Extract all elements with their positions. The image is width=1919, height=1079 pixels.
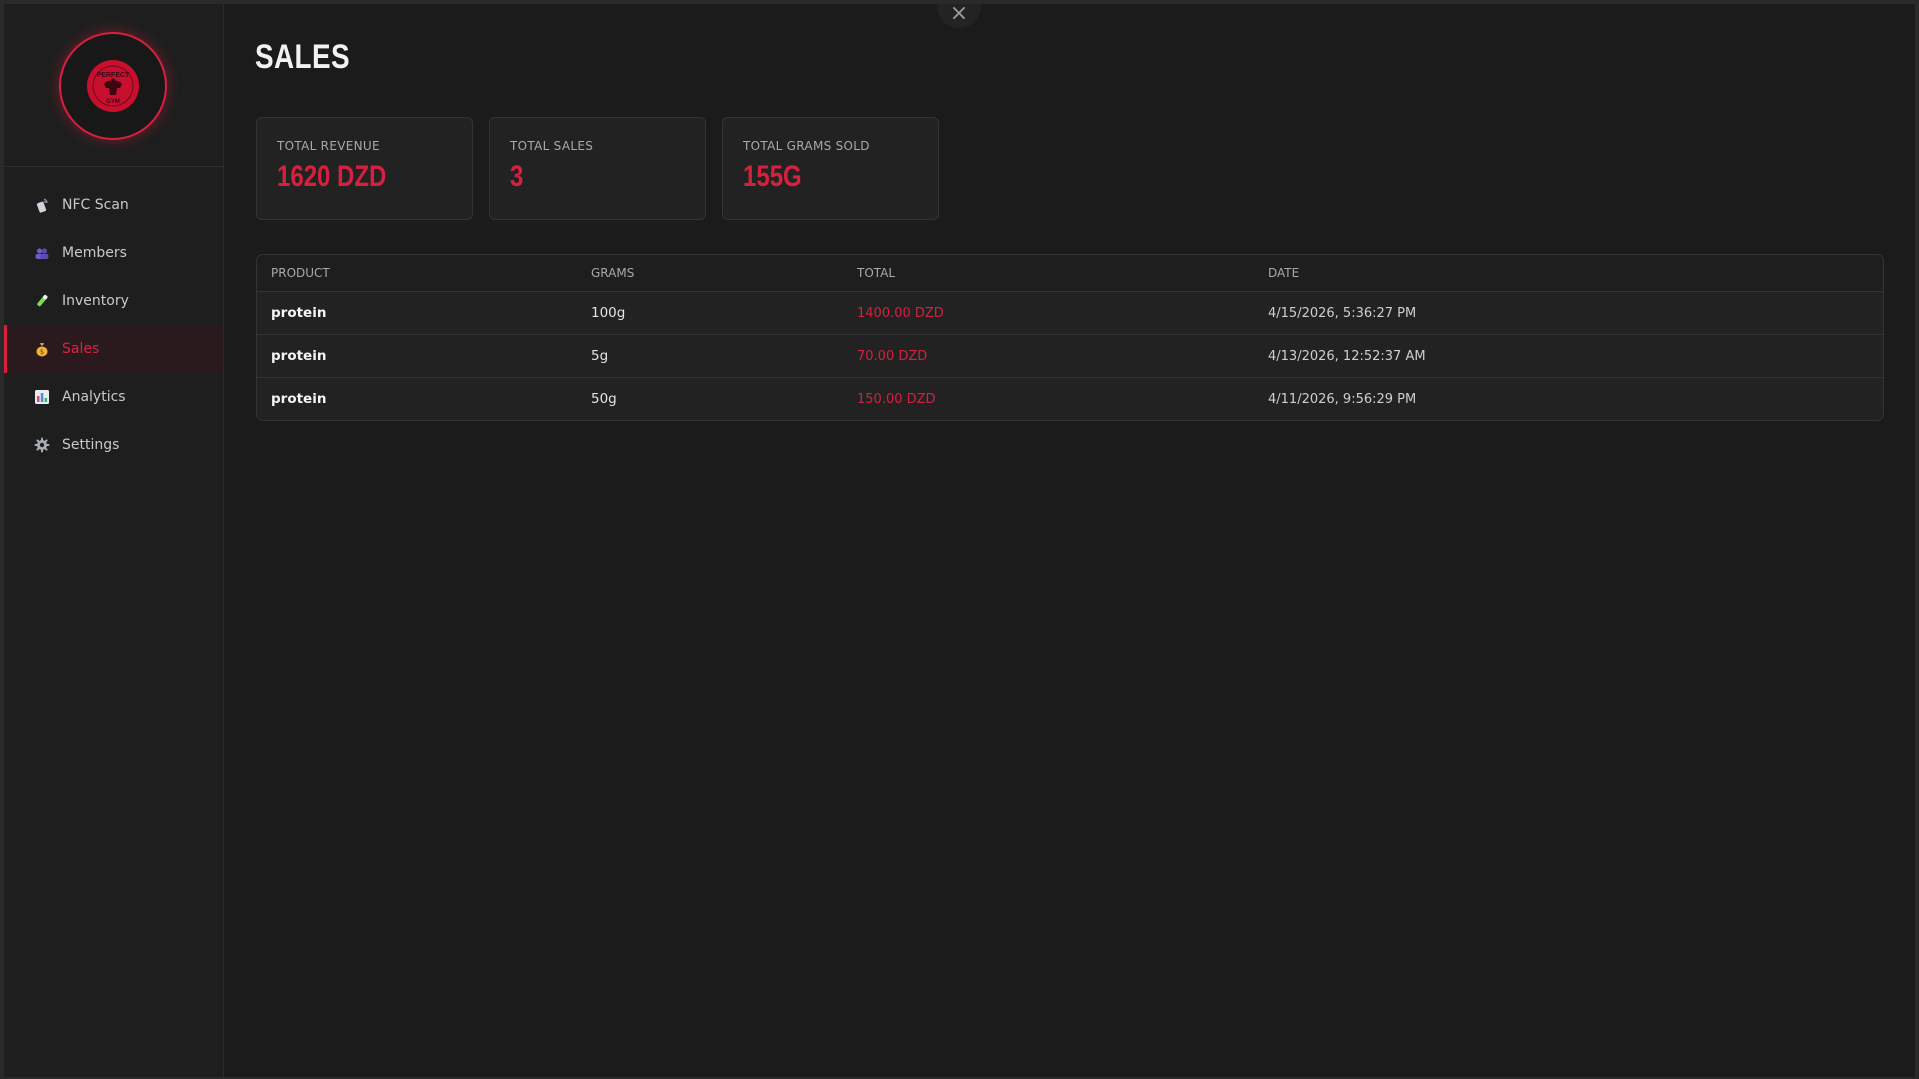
stats-row: TOTAL REVENUE 1620 DZD TOTAL SALES 3 TOT…: [256, 117, 939, 220]
nfc-scan-icon: [33, 196, 51, 214]
page-title: SALES: [255, 38, 351, 76]
column-header-date[interactable]: DATE: [1254, 255, 1883, 292]
sales-icon: $: [33, 340, 51, 358]
cell-grams: 50g: [577, 377, 843, 420]
stat-label: TOTAL SALES: [510, 139, 594, 153]
cell-grams: 100g: [577, 291, 843, 335]
cell-date: 4/15/2026, 5:36:27 PM: [1254, 291, 1883, 335]
column-header-grams[interactable]: GRAMS: [577, 255, 843, 292]
cell-date: 4/11/2026, 9:56:29 PM: [1254, 377, 1883, 420]
stat-card-total-sales: TOTAL SALES 3: [489, 117, 706, 220]
table-row[interactable]: protein 100g 1400.00 DZD 4/15/2026, 5:36…: [257, 291, 1883, 335]
cell-grams: 5g: [577, 334, 843, 378]
sidebar-item-analytics[interactable]: Analytics: [4, 373, 223, 421]
cell-product: protein: [257, 377, 577, 420]
stat-value: 1620 DZD: [277, 160, 387, 193]
cell-total: 70.00 DZD: [843, 334, 1254, 378]
sidebar-item-members[interactable]: Members: [4, 229, 223, 277]
main-content: SALES TOTAL REVENUE 1620 DZD TOTAL SALES…: [224, 4, 1915, 1077]
gym-logo-emblem: PERFECT GYM: [88, 61, 138, 111]
sidebar-item-nfc-scan[interactable]: NFC Scan: [4, 181, 223, 229]
sidebar-item-settings[interactable]: Settings: [4, 421, 223, 469]
stat-card-total-grams-sold: TOTAL GRAMS SOLD 155G: [722, 117, 939, 220]
gym-logo: PERFECT GYM: [59, 32, 167, 140]
stat-value: 155G: [743, 160, 802, 193]
app-window: PERFECT GYM NFC Scan Members Inventory $…: [4, 4, 1915, 1077]
sidebar-item-label: Members: [62, 245, 127, 261]
sidebar-item-label: Sales: [62, 341, 100, 357]
table-header-row: PRODUCT GRAMS TOTAL DATE: [257, 255, 1883, 292]
stat-label: TOTAL REVENUE: [277, 139, 380, 153]
cell-product: protein: [257, 334, 577, 378]
sales-table: PRODUCT GRAMS TOTAL DATE protein 100g 14…: [256, 254, 1884, 421]
inventory-icon: [33, 292, 51, 310]
sidebar-item-label: Analytics: [62, 389, 126, 405]
svg-text:$: $: [40, 348, 44, 356]
members-icon: [33, 244, 51, 262]
stat-value: 3: [510, 160, 524, 193]
settings-icon: [33, 436, 51, 454]
logo-area: PERFECT GYM: [4, 4, 223, 167]
sidebar-item-inventory[interactable]: Inventory: [4, 277, 223, 325]
sidebar-item-label: Settings: [62, 437, 120, 453]
logo-top-text: PERFECT: [97, 72, 130, 79]
sidebar-nav: NFC Scan Members Inventory $ Sales Analy…: [4, 181, 223, 469]
stat-card-total-revenue: TOTAL REVENUE 1620 DZD: [256, 117, 473, 220]
cell-total: 150.00 DZD: [843, 377, 1254, 420]
stat-label: TOTAL GRAMS SOLD: [743, 139, 870, 153]
table-row[interactable]: protein 5g 70.00 DZD 4/13/2026, 12:52:37…: [257, 334, 1883, 378]
column-header-total[interactable]: TOTAL: [843, 255, 1254, 292]
cell-product: protein: [257, 291, 577, 335]
cell-date: 4/13/2026, 12:52:37 AM: [1254, 334, 1883, 378]
cell-total: 1400.00 DZD: [843, 291, 1254, 335]
sidebar-item-label: Inventory: [62, 293, 129, 309]
table-row[interactable]: protein 50g 150.00 DZD 4/11/2026, 9:56:2…: [257, 377, 1883, 420]
gym-logo-badge: PERFECT GYM: [87, 60, 139, 112]
analytics-icon: [33, 388, 51, 406]
logo-bottom-text: GYM: [106, 99, 120, 105]
sidebar: PERFECT GYM NFC Scan Members Inventory $…: [4, 4, 224, 1077]
sidebar-item-label: NFC Scan: [62, 197, 129, 213]
sidebar-item-sales[interactable]: $ Sales: [4, 325, 223, 373]
column-header-product[interactable]: PRODUCT: [257, 255, 577, 292]
